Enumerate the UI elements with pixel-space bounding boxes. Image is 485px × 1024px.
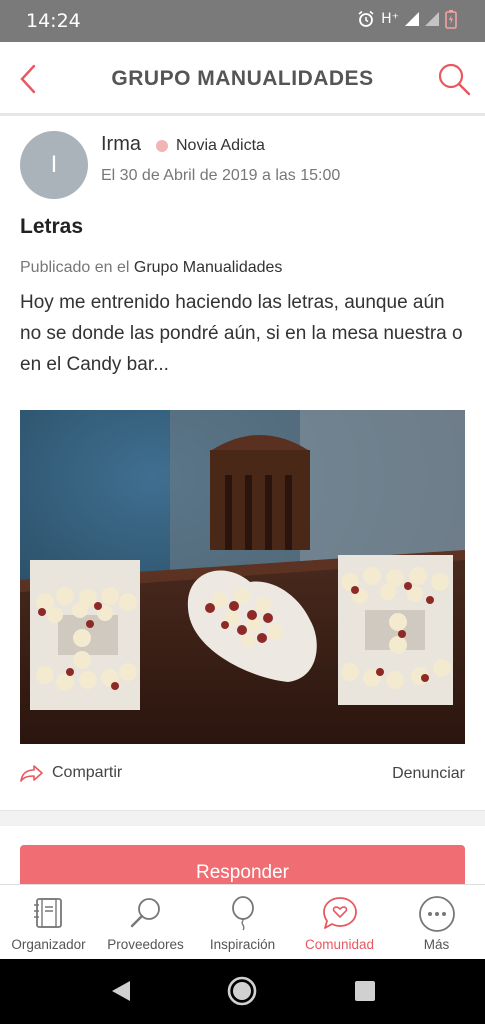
search-icon — [130, 898, 160, 928]
recents-icon[interactable] — [354, 980, 376, 1002]
planner-icon — [33, 898, 62, 928]
post-title: Letras — [20, 215, 84, 238]
alarm-icon — [358, 10, 374, 27]
status-bar: 14:24 H⁺ — [0, 0, 485, 42]
published-prefix: Publicado en el — [20, 259, 130, 276]
signal-icon-2 — [425, 12, 439, 26]
nav-item-organizador[interactable]: Organizador — [0, 885, 97, 959]
author-name[interactable]: Irma — [101, 133, 141, 156]
balloon-icon — [231, 896, 254, 931]
back-icon[interactable] — [110, 979, 132, 1003]
page-title: GRUPO MANUALIDADES — [111, 67, 374, 90]
search-icon[interactable] — [437, 62, 471, 96]
post-actions: Compartir Denunciar — [20, 764, 465, 788]
nav-label: Proveedores — [107, 937, 184, 952]
system-nav-bar — [0, 959, 485, 1024]
bottom-nav: Organizador Proveedores Inspiración Comu… — [0, 884, 485, 959]
badge-label: Novia Adicta — [176, 137, 265, 154]
post-body: Hoy me entrenido haciendo las letras, au… — [20, 292, 463, 375]
post-date: El 30 de Abril de 2019 a las 15:00 — [101, 167, 341, 184]
nav-label: Comunidad — [304, 937, 375, 952]
more-icon — [418, 896, 455, 932]
nav-label: Más — [423, 937, 450, 952]
nav-item-mas[interactable]: Más — [388, 885, 485, 959]
nav-label: Organizador — [11, 937, 86, 952]
share-icon — [20, 765, 43, 782]
avatar[interactable]: I — [20, 131, 88, 199]
share-label: Compartir — [52, 764, 123, 781]
report-button[interactable]: Denunciar — [392, 765, 465, 783]
battery-icon — [445, 10, 457, 29]
section-divider — [0, 810, 485, 826]
signal-icon — [405, 12, 419, 26]
clock: 14:24 — [26, 10, 81, 32]
badge-dot-icon — [156, 140, 168, 152]
user-badge: Novia Adicta — [156, 137, 265, 155]
chat-heart-icon — [322, 897, 357, 929]
home-icon[interactable] — [226, 975, 258, 1007]
nav-item-comunidad[interactable]: Comunidad — [291, 885, 388, 959]
share-button[interactable]: Compartir — [20, 764, 122, 782]
network-type: H⁺ — [381, 11, 399, 27]
group-link[interactable]: Grupo Manualidades — [134, 259, 283, 276]
nav-item-inspiracion[interactable]: Inspiración — [194, 885, 291, 959]
post-photo[interactable] — [20, 410, 465, 744]
nav-item-proveedores[interactable]: Proveedores — [97, 885, 194, 959]
status-icons: H⁺ — [357, 9, 457, 29]
app-header: GRUPO MANUALIDADES — [0, 42, 485, 116]
nav-label: Inspiración — [209, 937, 276, 952]
published-in: Publicado en el Grupo Manualidades — [20, 259, 282, 277]
